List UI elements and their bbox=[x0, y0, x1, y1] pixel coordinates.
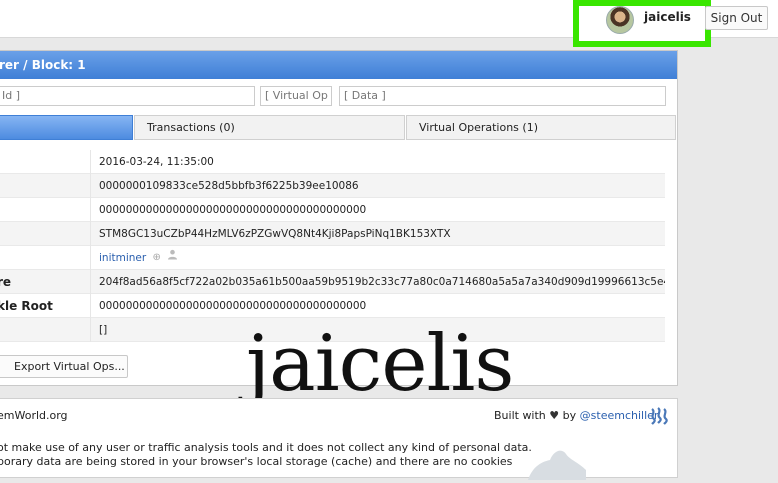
row-value: 2016-03-24, 11:35:00 bbox=[99, 156, 214, 168]
table-row: STM8GC13uCZbP44HzMLV6zPZGwVQ8Nt4Kji8Paps… bbox=[0, 222, 665, 246]
table-row: 0000000000000000000000000000000000000000 bbox=[0, 198, 665, 222]
heart-icon: ♥ bbox=[549, 409, 560, 422]
tab-virtual-operations[interactable]: Virtual Operations (1) bbox=[406, 115, 676, 140]
table-row: re 204f8ad56a8f5cf722a02b035a61b500aa59b… bbox=[0, 270, 665, 294]
witness-link[interactable]: initminer bbox=[99, 252, 146, 264]
privacy-notice: ot make use of any user or traffic analy… bbox=[0, 441, 532, 469]
row-label bbox=[0, 198, 91, 222]
tab-transactions[interactable]: Transactions (0) bbox=[134, 115, 405, 140]
sign-out-button[interactable]: Sign Out bbox=[705, 6, 768, 30]
avatar[interactable] bbox=[606, 6, 634, 34]
user-icon[interactable] bbox=[167, 246, 178, 270]
by-label: by bbox=[562, 409, 577, 422]
table-row: initminer ⊕ bbox=[0, 246, 665, 270]
tab-block[interactable] bbox=[0, 115, 133, 140]
row-label bbox=[0, 174, 91, 198]
row-label bbox=[0, 150, 91, 174]
row-label: kle Root bbox=[0, 294, 91, 318]
table-row: kle Root 0000000000000000000000000000000… bbox=[0, 294, 665, 318]
decorative-figure bbox=[520, 440, 590, 480]
row-label bbox=[0, 318, 91, 342]
info-icon[interactable]: ⊕ bbox=[153, 246, 161, 270]
row-value: 0000000109833ce528d5bbfb3f6225b39ee10086 bbox=[99, 180, 359, 192]
row-value: 204f8ad56a8f5cf722a02b035a61b500aa59b951… bbox=[99, 276, 665, 288]
author-link[interactable]: @steemchiller bbox=[580, 409, 659, 422]
row-label: re bbox=[0, 270, 91, 294]
table-row: 0000000109833ce528d5bbfb3f6225b39ee10086 bbox=[0, 174, 665, 198]
username[interactable]: jaicelis bbox=[644, 10, 691, 24]
notice-line-2: porary data are being stored in your bro… bbox=[0, 455, 513, 468]
built-with-label: Built with bbox=[494, 409, 546, 422]
table-row: 2016-03-24, 11:35:00 bbox=[0, 150, 665, 174]
row-value: 0000000000000000000000000000000000000000 bbox=[99, 300, 367, 312]
watermark-text: jaicelis bbox=[246, 319, 514, 409]
row-value: STM8GC13uCZbP44HzMLV6zPZGwVQ8Nt4Kji8Paps… bbox=[99, 228, 451, 240]
row-value: 0000000000000000000000000000000000000000 bbox=[99, 204, 367, 216]
notice-line-1: ot make use of any user or traffic analy… bbox=[0, 441, 532, 454]
data-filter-input[interactable]: [ Data ] bbox=[339, 86, 666, 106]
built-with-credit: Built with ♥ by @steemchiller bbox=[494, 409, 658, 422]
row-value: initminer ⊕ bbox=[99, 246, 665, 270]
row-label bbox=[0, 246, 91, 270]
panel-title: rer / Block: 1 bbox=[0, 51, 677, 79]
tab-bar: Transactions (0) Virtual Operations (1) bbox=[0, 115, 677, 141]
site-name: emWorld.org bbox=[0, 409, 68, 422]
id-filter-input[interactable]: Id ] bbox=[0, 86, 255, 106]
export-virtual-ops-button[interactable]: Export Virtual Ops... bbox=[0, 355, 128, 378]
steem-logo-icon[interactable] bbox=[649, 407, 669, 428]
row-label bbox=[0, 222, 91, 246]
virtual-op-filter-input[interactable]: [ Virtual Op ] bbox=[260, 86, 332, 106]
